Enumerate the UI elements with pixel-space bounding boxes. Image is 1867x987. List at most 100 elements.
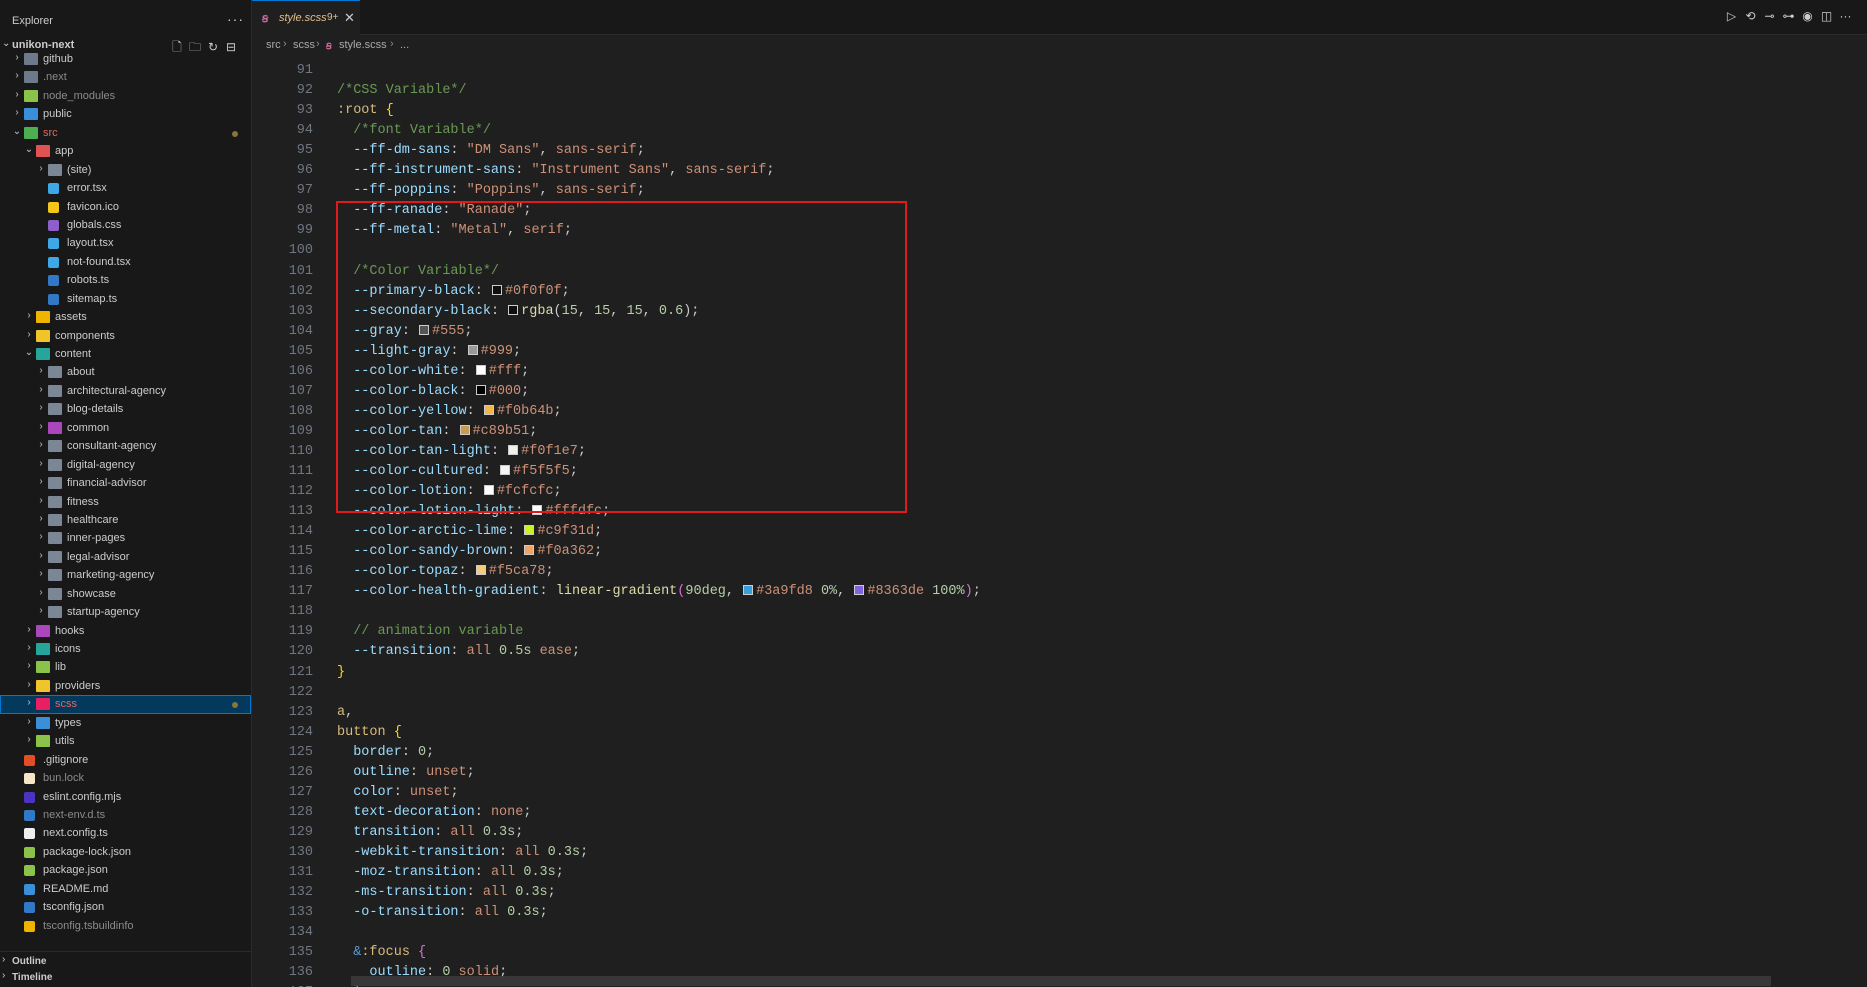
line-number: 110 — [288, 443, 313, 459]
tree-folder-digital-agency[interactable]: › digital-agency — [0, 456, 251, 474]
code-token: --transition — [353, 644, 451, 660]
git-icon[interactable]: ◉ — [1798, 9, 1817, 23]
line-number: 136 — [288, 965, 313, 981]
tree-folder-src[interactable]: ⌄ src — [0, 124, 251, 142]
tree-folder-types[interactable]: › types — [0, 714, 251, 732]
tree-item-label: consultant-agency — [67, 440, 157, 453]
tree-file-readme-md[interactable]: README.md — [0, 880, 251, 898]
more-actions-icon[interactable]: ··· — [1836, 9, 1855, 23]
horizontal-scrollbar[interactable] — [351, 976, 1771, 986]
code-editor[interactable]: 91 92/*CSS Variable*/93:root {94 /*font V… — [252, 57, 1867, 987]
breadcrumb-file[interactable]: style.scss — [339, 39, 387, 51]
split-editor-icon[interactable]: ◫ — [1817, 9, 1836, 23]
file-icon — [48, 256, 59, 268]
tree-folder-site[interactable]: › (site) — [0, 161, 251, 179]
tree-folder-node-modules[interactable]: › node_modules — [0, 87, 251, 105]
tree-folder-scss[interactable]: › scss — [0, 695, 251, 714]
tree-folder-utils[interactable]: › utils — [0, 732, 251, 750]
go-back-icon[interactable]: ⟲ — [1741, 9, 1760, 23]
folder-icon — [24, 71, 38, 84]
tree-file-favicon-ico[interactable]: favicon.ico — [0, 198, 251, 216]
tree-folder-app[interactable]: ⌄ app — [0, 142, 251, 160]
chevron-right-icon: › — [27, 310, 31, 322]
code-token: color — [353, 784, 394, 800]
tree-folder-providers[interactable]: › providers — [0, 677, 251, 695]
tree-file-not-found-tsx[interactable]: not-found.tsx — [0, 253, 251, 271]
tree-file-robots-ts[interactable]: robots.ts — [0, 271, 251, 289]
tree-file-layout-tsx[interactable]: layout.tsx — [0, 234, 251, 252]
tree-file-sitemap-ts[interactable]: sitemap.ts — [0, 290, 251, 308]
ellipsis-icon[interactable]: ··· — [227, 11, 244, 27]
folder-icon — [48, 458, 62, 471]
timeline-section[interactable]: › Timeline — [0, 969, 251, 987]
problems-badge: 9+ — [327, 12, 339, 23]
tab-style-scss[interactable]: ꞩ style.scss 9+ ✕ — [252, 0, 360, 35]
tree-folder-assets[interactable]: › assets — [0, 308, 251, 326]
tab-label: style.scss — [279, 12, 327, 24]
code-token: ; — [523, 804, 532, 820]
code-line: 123 a, — [252, 703, 1867, 723]
code-token: ; — [426, 744, 435, 760]
tree-folder-content[interactable]: ⌄ content — [0, 345, 251, 363]
run-icon[interactable]: ▷ — [1722, 9, 1741, 23]
code-token: ; — [580, 844, 589, 860]
line-number: 118 — [288, 604, 313, 620]
tree-folder-healthcare[interactable]: › healthcare — [0, 511, 251, 529]
step-icon[interactable]: ⊸ — [1760, 9, 1779, 23]
tree-folder-marketing-agency[interactable]: › marketing-agency — [0, 566, 251, 584]
tree-folder-architectural-agency[interactable]: › architectural-agency — [0, 382, 251, 400]
tree-item-label: not-found.tsx — [67, 255, 131, 268]
code-token: // animation variable — [353, 624, 524, 640]
code-text: :root { — [337, 103, 394, 118]
color-swatch-icon[interactable] — [475, 565, 486, 576]
color-swatch-icon[interactable] — [743, 585, 754, 596]
tree-file-eslint-config-mjs[interactable]: eslint.config.mjs — [0, 788, 251, 806]
line-number: 130 — [288, 844, 313, 860]
color-swatch-icon[interactable] — [524, 525, 535, 536]
tree-file-gitignore[interactable]: .gitignore — [0, 751, 251, 769]
tree-folder-showcase[interactable]: › showcase — [0, 585, 251, 603]
tree-folder-fitness[interactable]: › fitness — [0, 493, 251, 511]
tree-file-package-json[interactable]: package.json — [0, 861, 251, 879]
breadcrumb-symbol[interactable]: ... — [400, 39, 409, 51]
breadcrumb-scss[interactable]: scss — [293, 39, 315, 51]
close-icon[interactable]: ✕ — [344, 10, 355, 26]
tree-folder-lib[interactable]: › lib — [0, 658, 251, 676]
color-swatch-icon[interactable] — [854, 585, 865, 596]
breadcrumb-src[interactable]: src — [266, 39, 281, 51]
tree-folder-startup-agency[interactable]: › startup-agency — [0, 603, 251, 621]
code-text: -ms-transition: all 0.3s; — [337, 885, 556, 900]
tree-folder-financial-advisor[interactable]: › financial-advisor — [0, 474, 251, 492]
tree-folder-components[interactable]: › components — [0, 327, 251, 345]
chevron-right-icon: › — [2, 970, 6, 981]
color-swatch-icon[interactable] — [524, 545, 535, 556]
tree-folder-about[interactable]: › about — [0, 363, 251, 381]
tree-file-bun-lock[interactable]: bun.lock — [0, 769, 251, 787]
tree-file-globals-css[interactable]: globals.css — [0, 216, 251, 234]
tree-folder-github[interactable]: › github — [0, 50, 251, 68]
tree-item-label: types — [55, 716, 82, 729]
code-token: ; — [571, 644, 581, 660]
tree-file-next-env-d-ts[interactable]: next-env.d.ts — [0, 806, 251, 824]
code-token: --color-health-gradient — [353, 584, 540, 600]
tree-folder-inner-pages[interactable]: › inner-pages — [0, 529, 251, 547]
go-forward-icon[interactable]: ⊶ — [1779, 9, 1798, 23]
tree-folder-public[interactable]: › public — [0, 105, 251, 123]
tree-folder-consultant-agency[interactable]: › consultant-agency — [0, 437, 251, 455]
code-token: : — [434, 824, 451, 840]
tree-folder-icons[interactable]: › icons — [0, 640, 251, 658]
tree-file-next-config-ts[interactable]: next.config.ts — [0, 824, 251, 842]
folder-icon — [48, 440, 62, 453]
code-text: outline: unset; — [337, 765, 475, 780]
tree-file-package-lock-json[interactable]: package-lock.json — [0, 843, 251, 861]
tree-folder-common[interactable]: › common — [0, 419, 251, 437]
tree-folder-next[interactable]: › .next — [0, 68, 251, 86]
tree-file-error-tsx[interactable]: error.tsx — [0, 179, 251, 197]
tree-file-tsconfig-json[interactable]: tsconfig.json — [0, 898, 251, 916]
tree-folder-blog-details[interactable]: › blog-details — [0, 400, 251, 418]
tree-folder-legal-advisor[interactable]: › legal-advisor — [0, 548, 251, 566]
tree-folder-hooks[interactable]: › hooks — [0, 622, 251, 640]
tree-file-tsconfig-tsbuildinfo[interactable]: tsconfig.tsbuildinfo — [0, 917, 251, 935]
